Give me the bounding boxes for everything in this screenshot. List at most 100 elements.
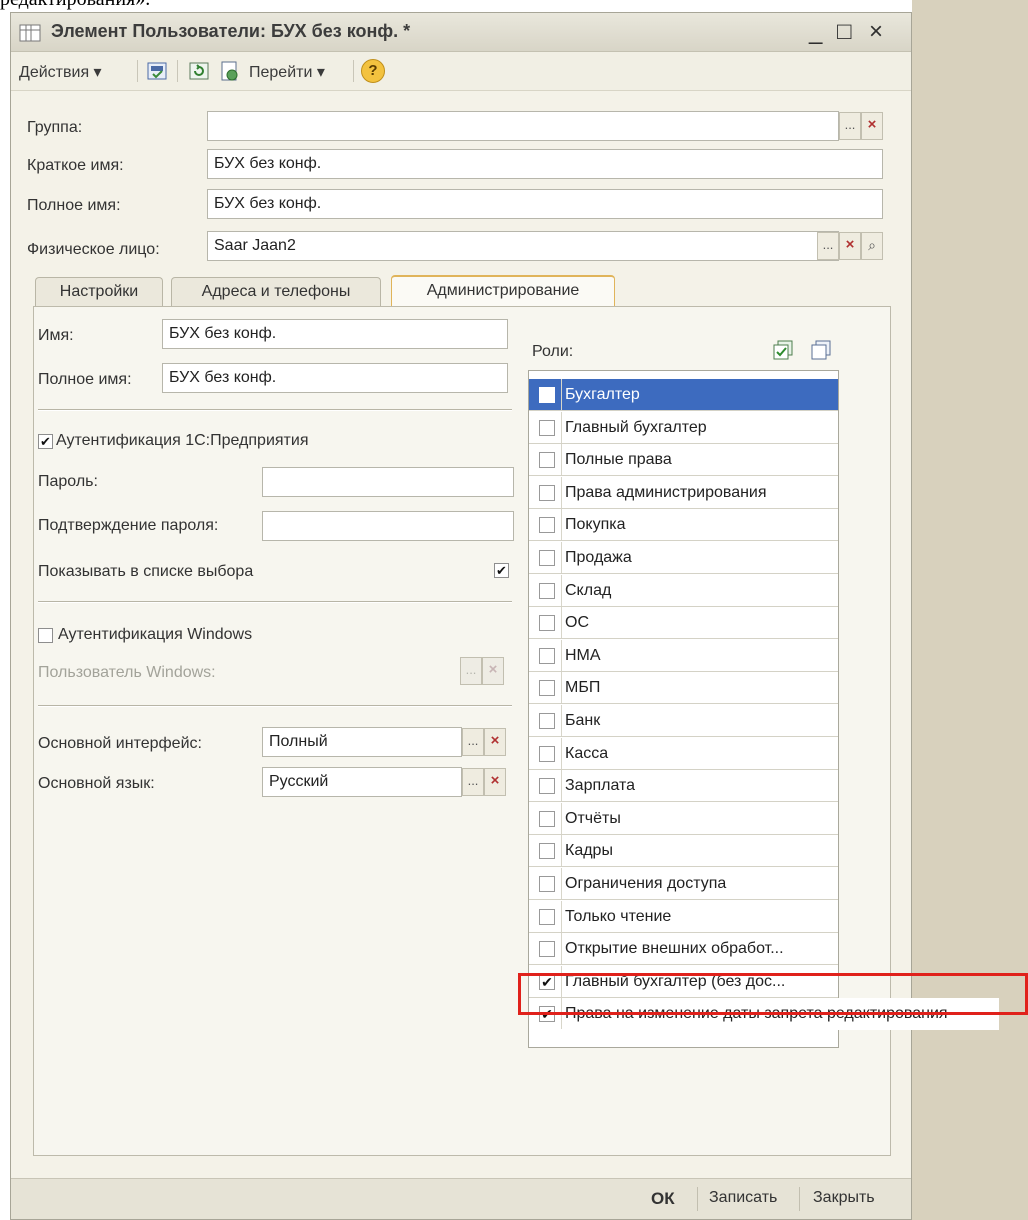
admin-full-name-label: Полное имя:	[38, 371, 132, 388]
role-checkbox[interactable]	[539, 582, 555, 599]
role-checkbox[interactable]	[539, 680, 555, 697]
check-all-icon[interactable]	[772, 339, 794, 361]
role-checkbox[interactable]	[539, 745, 555, 762]
tab-addresses-phones[interactable]: Адреса и телефоны	[171, 277, 381, 307]
save-button[interactable]: Записать	[709, 1189, 777, 1207]
tab-administration[interactable]: Администрирование	[391, 275, 615, 307]
role-cell-divider	[561, 476, 562, 508]
role-cell-divider	[561, 835, 562, 867]
admin-full-name-field[interactable]: БУХ без конф.	[162, 363, 508, 393]
refresh-icon[interactable]	[187, 59, 211, 83]
role-row[interactable]: Продажа	[529, 542, 838, 574]
title-bar[interactable]: Элемент Пользователи: БУХ без конф. * _ …	[11, 13, 911, 52]
group-select-button[interactable]: ...	[839, 112, 861, 140]
role-row[interactable]: Главный бухгалтер	[529, 411, 838, 444]
role-label: Полные права	[565, 451, 672, 469]
auth-windows-checkbox[interactable]	[38, 628, 53, 643]
goto-menu-button[interactable]: Перейти ▾	[249, 62, 325, 82]
full-name-field[interactable]: БУХ без конф.	[207, 189, 883, 219]
main-interface-clear-button[interactable]: ×	[484, 728, 506, 756]
role-row[interactable]: Кадры	[529, 835, 838, 868]
role-checkbox[interactable]	[539, 941, 555, 958]
group-clear-button[interactable]: ×	[861, 112, 883, 140]
role-row[interactable]: Склад	[529, 574, 838, 607]
uncheck-all-icon[interactable]	[810, 339, 832, 361]
short-name-field[interactable]: БУХ без конф.	[207, 149, 883, 179]
role-row[interactable]: Покупка	[529, 509, 838, 542]
admin-name-label: Имя:	[38, 327, 74, 344]
role-checkbox[interactable]	[539, 517, 555, 534]
document-structure-icon[interactable]	[217, 59, 241, 83]
form-footer: ОК Записать Закрыть	[11, 1178, 911, 1219]
role-row[interactable]: Отчёты	[529, 802, 838, 835]
minimize-button[interactable]: _	[809, 19, 822, 45]
help-icon[interactable]: ?	[361, 59, 385, 83]
role-checkbox[interactable]	[539, 484, 555, 501]
role-cell-divider	[561, 574, 562, 606]
role-row[interactable]: Зарплата	[529, 770, 838, 803]
save-and-close-icon[interactable]	[145, 59, 169, 83]
password-confirm-label: Подтверждение пароля:	[38, 517, 219, 534]
role-checkbox[interactable]	[539, 615, 555, 632]
tab-settings[interactable]: Настройки	[35, 277, 163, 307]
roles-list[interactable]: Бухгалтер Главный бухгалтер Полные права Пр…	[528, 370, 999, 1048]
password-field[interactable]	[262, 467, 514, 497]
role-cell-divider	[561, 639, 562, 671]
main-interface-field[interactable]: Полный	[262, 727, 462, 757]
role-checkbox[interactable]	[539, 387, 555, 403]
main-language-clear-button[interactable]: ×	[484, 768, 506, 796]
full-name-label: Полное имя:	[27, 197, 121, 214]
role-label: Банк	[565, 712, 601, 729]
main-language-select-button[interactable]: ...	[462, 768, 484, 796]
person-clear-button[interactable]: ×	[839, 232, 861, 260]
role-label: Кадры	[565, 842, 613, 860]
role-cell-divider	[561, 933, 562, 965]
role-row[interactable]: Открытие внешних обработ...	[529, 933, 838, 966]
role-label: ОС	[565, 614, 589, 632]
highlight-frame	[518, 973, 1028, 1015]
role-row[interactable]: МБП	[529, 672, 838, 705]
role-checkbox[interactable]	[539, 419, 555, 436]
role-cell-divider	[561, 444, 562, 476]
role-checkbox[interactable]	[539, 452, 555, 469]
group-field[interactable]	[207, 111, 839, 141]
role-row[interactable]: Полные права	[529, 444, 838, 477]
actions-menu-button[interactable]: Действия ▾	[19, 62, 102, 82]
role-checkbox[interactable]	[539, 778, 555, 795]
role-row[interactable]: НМА	[529, 639, 838, 672]
toolbar-separator	[137, 60, 138, 82]
role-cell-divider	[561, 705, 562, 736]
role-label: Зарплата	[565, 777, 636, 795]
role-row[interactable]: Касса	[529, 737, 838, 770]
role-checkbox[interactable]	[539, 810, 555, 827]
role-checkbox[interactable]	[539, 843, 555, 860]
maximize-button[interactable]: □	[837, 19, 852, 45]
person-open-icon[interactable]: ⌕	[861, 232, 883, 260]
close-form-button[interactable]: Закрыть	[813, 1189, 875, 1207]
role-row[interactable]: Только чтение	[529, 900, 838, 933]
main-interface-select-button[interactable]: ...	[462, 728, 484, 756]
role-row[interactable]: Банк	[529, 705, 838, 737]
role-row[interactable]: Права администрирования	[529, 476, 838, 509]
role-checkbox[interactable]	[539, 550, 555, 566]
close-button[interactable]: ×	[869, 19, 883, 45]
person-field[interactable]: Saar Jaan2	[207, 231, 839, 261]
role-label: Открытие внешних обработ...	[565, 940, 784, 958]
role-row[interactable]: ОС	[529, 607, 838, 640]
admin-name-field[interactable]: БУХ без конф.	[162, 319, 508, 349]
show-in-list-label: Показывать в списке выбора	[38, 563, 254, 580]
role-label: Отчёты	[565, 809, 621, 827]
role-row[interactable]: Бухгалтер	[529, 379, 838, 411]
role-row[interactable]: Ограничения доступа	[529, 868, 838, 900]
role-checkbox[interactable]	[539, 876, 555, 892]
password-confirm-field[interactable]	[262, 511, 514, 541]
show-in-list-checkbox[interactable]: ✔	[494, 563, 509, 578]
role-checkbox[interactable]	[539, 908, 555, 925]
role-cell-divider	[561, 509, 562, 541]
role-checkbox[interactable]	[539, 713, 555, 729]
auth-1c-checkbox[interactable]: ✔	[38, 434, 53, 449]
main-language-field[interactable]: Русский	[262, 767, 462, 797]
role-checkbox[interactable]	[539, 647, 555, 664]
ok-button[interactable]: ОК	[651, 1189, 675, 1209]
person-select-button[interactable]: ...	[817, 232, 839, 260]
